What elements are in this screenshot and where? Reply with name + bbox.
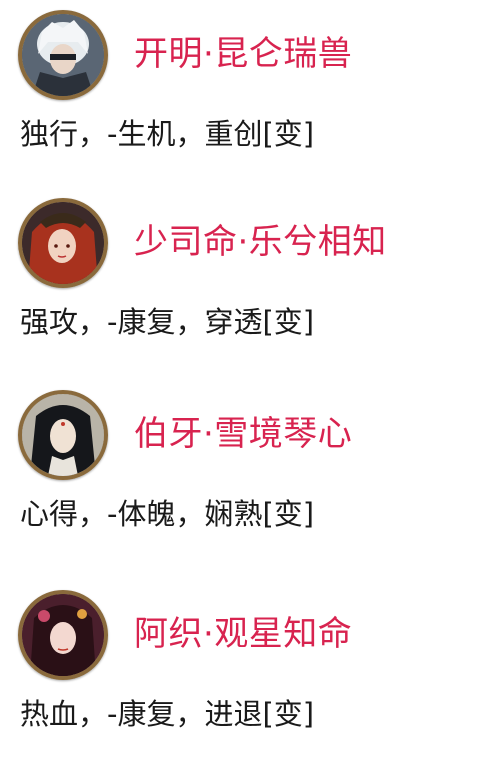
hero-traits: 心得，-体魄，娴熟[变] xyxy=(20,497,315,531)
dark-haired-woman-portrait-icon xyxy=(18,590,108,680)
hero-header: 伯牙·雪境琴心 xyxy=(0,384,500,480)
hero-header: 开明·昆仑瑞兽 xyxy=(0,4,500,100)
hero-header: 阿织·观星知命 xyxy=(0,584,500,680)
black-haired-scholar-portrait-icon xyxy=(18,390,108,480)
hero-entry: 少司命·乐兮相知 强攻，-康复，穿透[变] xyxy=(0,192,500,339)
red-haired-woman-portrait-icon xyxy=(18,198,108,288)
white-haired-warrior-portrait-icon xyxy=(18,10,108,100)
hero-name: 阿织·观星知命 xyxy=(134,614,353,654)
hero-name: 伯牙·雪境琴心 xyxy=(134,414,353,454)
hero-traits: 独行，-生机，重创[变] xyxy=(20,117,315,151)
hero-traits: 热血，-康复，进退[变] xyxy=(20,697,315,731)
hero-name: 开明·昆仑瑞兽 xyxy=(134,34,353,74)
hero-name: 少司命·乐兮相知 xyxy=(134,222,387,262)
hero-traits: 强攻，-康复，穿透[变] xyxy=(20,305,315,339)
hero-entry: 阿织·观星知命 热血，-康复，进退[变] xyxy=(0,584,500,731)
hero-entry: 伯牙·雪境琴心 心得，-体魄，娴熟[变] xyxy=(0,384,500,531)
hero-entry: 开明·昆仑瑞兽 独行，-生机，重创[变] xyxy=(0,4,500,151)
hero-header: 少司命·乐兮相知 xyxy=(0,192,500,288)
